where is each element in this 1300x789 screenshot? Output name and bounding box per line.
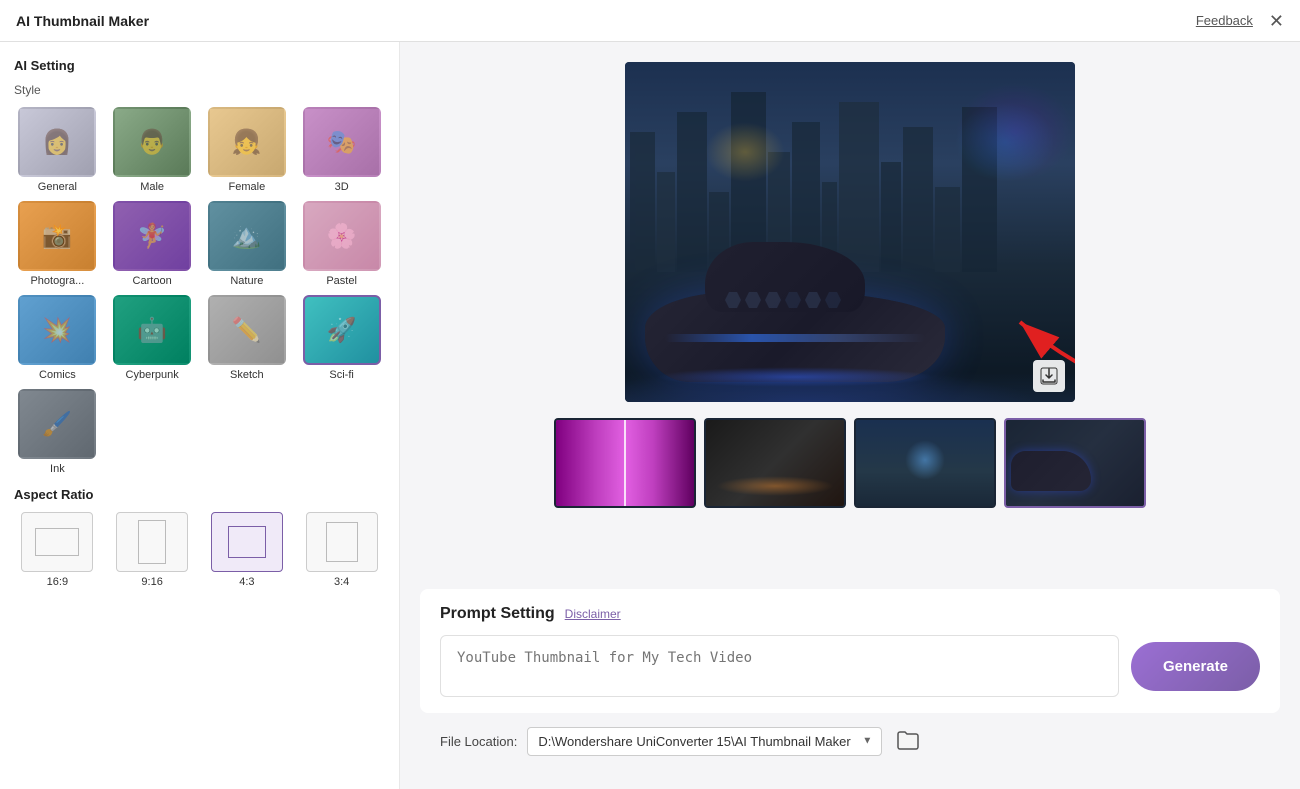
aspect-box-3-4 — [306, 512, 378, 572]
style-name-sketch: Sketch — [230, 369, 264, 381]
style-item-sketch[interactable]: ✏️ Sketch — [204, 295, 291, 381]
aspect-item-4-3[interactable]: 4:3 — [204, 512, 291, 588]
prompt-header: Prompt Setting Disclaimer — [440, 605, 1260, 623]
app-title: AI Thumbnail Maker — [16, 13, 149, 29]
thumbnail-2-bg — [706, 420, 844, 506]
thumbnail-1[interactable] — [554, 418, 696, 508]
main-layout: AI Setting Style 👩 General 👨 Male 👧 F — [0, 42, 1300, 789]
style-name-pastel: Pastel — [326, 275, 357, 287]
style-thumb-comics: 💥 — [18, 295, 96, 365]
style-thumb-pastel: 🌸 — [303, 201, 381, 271]
style-name-cyberpunk: Cyberpunk — [126, 369, 179, 381]
aspect-label-16-9: 16:9 — [47, 576, 68, 588]
style-item-general[interactable]: 👩 General — [14, 107, 101, 193]
aspect-box-16-9 — [21, 512, 93, 572]
preview-section — [420, 62, 1280, 573]
folder-icon — [897, 731, 919, 751]
aspect-item-3-4[interactable]: 3:4 — [298, 512, 385, 588]
style-thumb-male: 👨 — [113, 107, 191, 177]
style-item-female[interactable]: 👧 Female — [204, 107, 291, 193]
style-thumb-sketch: ✏️ — [208, 295, 286, 365]
style-thumb-photogra: 📸 — [18, 201, 96, 271]
file-location-bar: File Location: D:\Wondershare UniConvert… — [420, 713, 1280, 769]
style-item-male[interactable]: 👨 Male — [109, 107, 196, 193]
style-thumb-scifi: 🚀 — [303, 295, 381, 365]
style-item-comics[interactable]: 💥 Comics — [14, 295, 101, 381]
aspect-ratio-label: Aspect Ratio — [14, 487, 385, 502]
style-item-photogra[interactable]: 📸 Photogra... — [14, 201, 101, 287]
style-name-photogra: Photogra... — [30, 275, 84, 287]
style-thumb-cyberpunk: 🤖 — [113, 295, 191, 365]
prompt-title: Prompt Setting — [440, 605, 555, 623]
style-name-3d: 3D — [335, 181, 349, 193]
aspect-label-4-3: 4:3 — [239, 576, 254, 588]
download-button[interactable] — [1033, 360, 1065, 392]
style-item-scifi[interactable]: 🚀 Sci-fi — [298, 295, 385, 381]
aspect-ratio-grid: 16:9 9:16 4:3 3:4 — [14, 512, 385, 588]
aspect-shape-9-16 — [138, 520, 166, 564]
thumbnail-3[interactable] — [854, 418, 996, 508]
generate-button[interactable]: Generate — [1131, 642, 1260, 691]
style-item-3d[interactable]: 🎭 3D — [298, 107, 385, 193]
main-preview — [625, 62, 1075, 402]
aspect-shape-4-3 — [228, 526, 266, 558]
style-thumb-ink: 🖌️ — [18, 389, 96, 459]
thumbnail-strip — [554, 418, 1146, 508]
thumbnail-4-bg — [1006, 420, 1144, 506]
style-name-female: Female — [229, 181, 266, 193]
disclaimer-link[interactable]: Disclaimer — [565, 607, 621, 621]
file-location-select[interactable]: D:\Wondershare UniConverter 15\AI Thumbn… — [527, 727, 882, 756]
style-name-comics: Comics — [39, 369, 76, 381]
aspect-item-9-16[interactable]: 9:16 — [109, 512, 196, 588]
aspect-box-4-3 — [211, 512, 283, 572]
style-thumb-female: 👧 — [208, 107, 286, 177]
file-location-label: File Location: — [440, 734, 517, 749]
style-name-cartoon: Cartoon — [133, 275, 172, 287]
style-name-male: Male — [140, 181, 164, 193]
thumbnail-4[interactable] — [1004, 418, 1146, 508]
ai-setting-label: AI Setting — [14, 58, 385, 73]
title-bar: AI Thumbnail Maker Feedback ✕ — [0, 0, 1300, 42]
download-icon — [1040, 367, 1058, 385]
aspect-shape-16-9 — [35, 528, 79, 556]
thumbnail-1-bg — [556, 420, 694, 506]
style-name-scifi: Sci-fi — [329, 369, 353, 381]
aspect-label-9-16: 9:16 — [141, 576, 162, 588]
style-item-cyberpunk[interactable]: 🤖 Cyberpunk — [109, 295, 196, 381]
style-item-cartoon[interactable]: 🧚 Cartoon — [109, 201, 196, 287]
folder-button[interactable] — [892, 725, 924, 757]
style-thumb-general: 👩 — [18, 107, 96, 177]
style-item-pastel[interactable]: 🌸 Pastel — [298, 201, 385, 287]
title-bar-actions: Feedback ✕ — [1196, 12, 1284, 30]
aspect-shape-3-4 — [326, 522, 358, 562]
feedback-link[interactable]: Feedback — [1196, 13, 1253, 28]
style-thumb-nature: 🏔️ — [208, 201, 286, 271]
style-name-nature: Nature — [230, 275, 263, 287]
content-area: Prompt Setting Disclaimer Generate File … — [400, 42, 1300, 789]
style-thumb-cartoon: 🧚 — [113, 201, 191, 271]
aspect-label-3-4: 3:4 — [334, 576, 349, 588]
sidebar: AI Setting Style 👩 General 👨 Male 👧 F — [0, 42, 400, 789]
thumbnail-3-bg — [856, 420, 994, 506]
style-name-general: General — [38, 181, 77, 193]
style-name-ink: Ink — [50, 463, 65, 475]
prompt-input-row: Generate — [440, 635, 1260, 697]
aspect-item-16-9[interactable]: 16:9 — [14, 512, 101, 588]
style-thumb-3d: 🎭 — [303, 107, 381, 177]
style-grid: 👩 General 👨 Male 👧 Female 🎭 3 — [14, 107, 385, 475]
style-item-nature[interactable]: 🏔️ Nature — [204, 201, 291, 287]
close-button[interactable]: ✕ — [1269, 12, 1284, 30]
aspect-box-9-16 — [116, 512, 188, 572]
style-label: Style — [14, 83, 385, 97]
file-location-select-wrapper: D:\Wondershare UniConverter 15\AI Thumbn… — [527, 727, 882, 756]
style-item-ink[interactable]: 🖌️ Ink — [14, 389, 101, 475]
prompt-section: Prompt Setting Disclaimer Generate — [420, 589, 1280, 713]
prompt-input[interactable] — [440, 635, 1119, 697]
thumbnail-2[interactable] — [704, 418, 846, 508]
